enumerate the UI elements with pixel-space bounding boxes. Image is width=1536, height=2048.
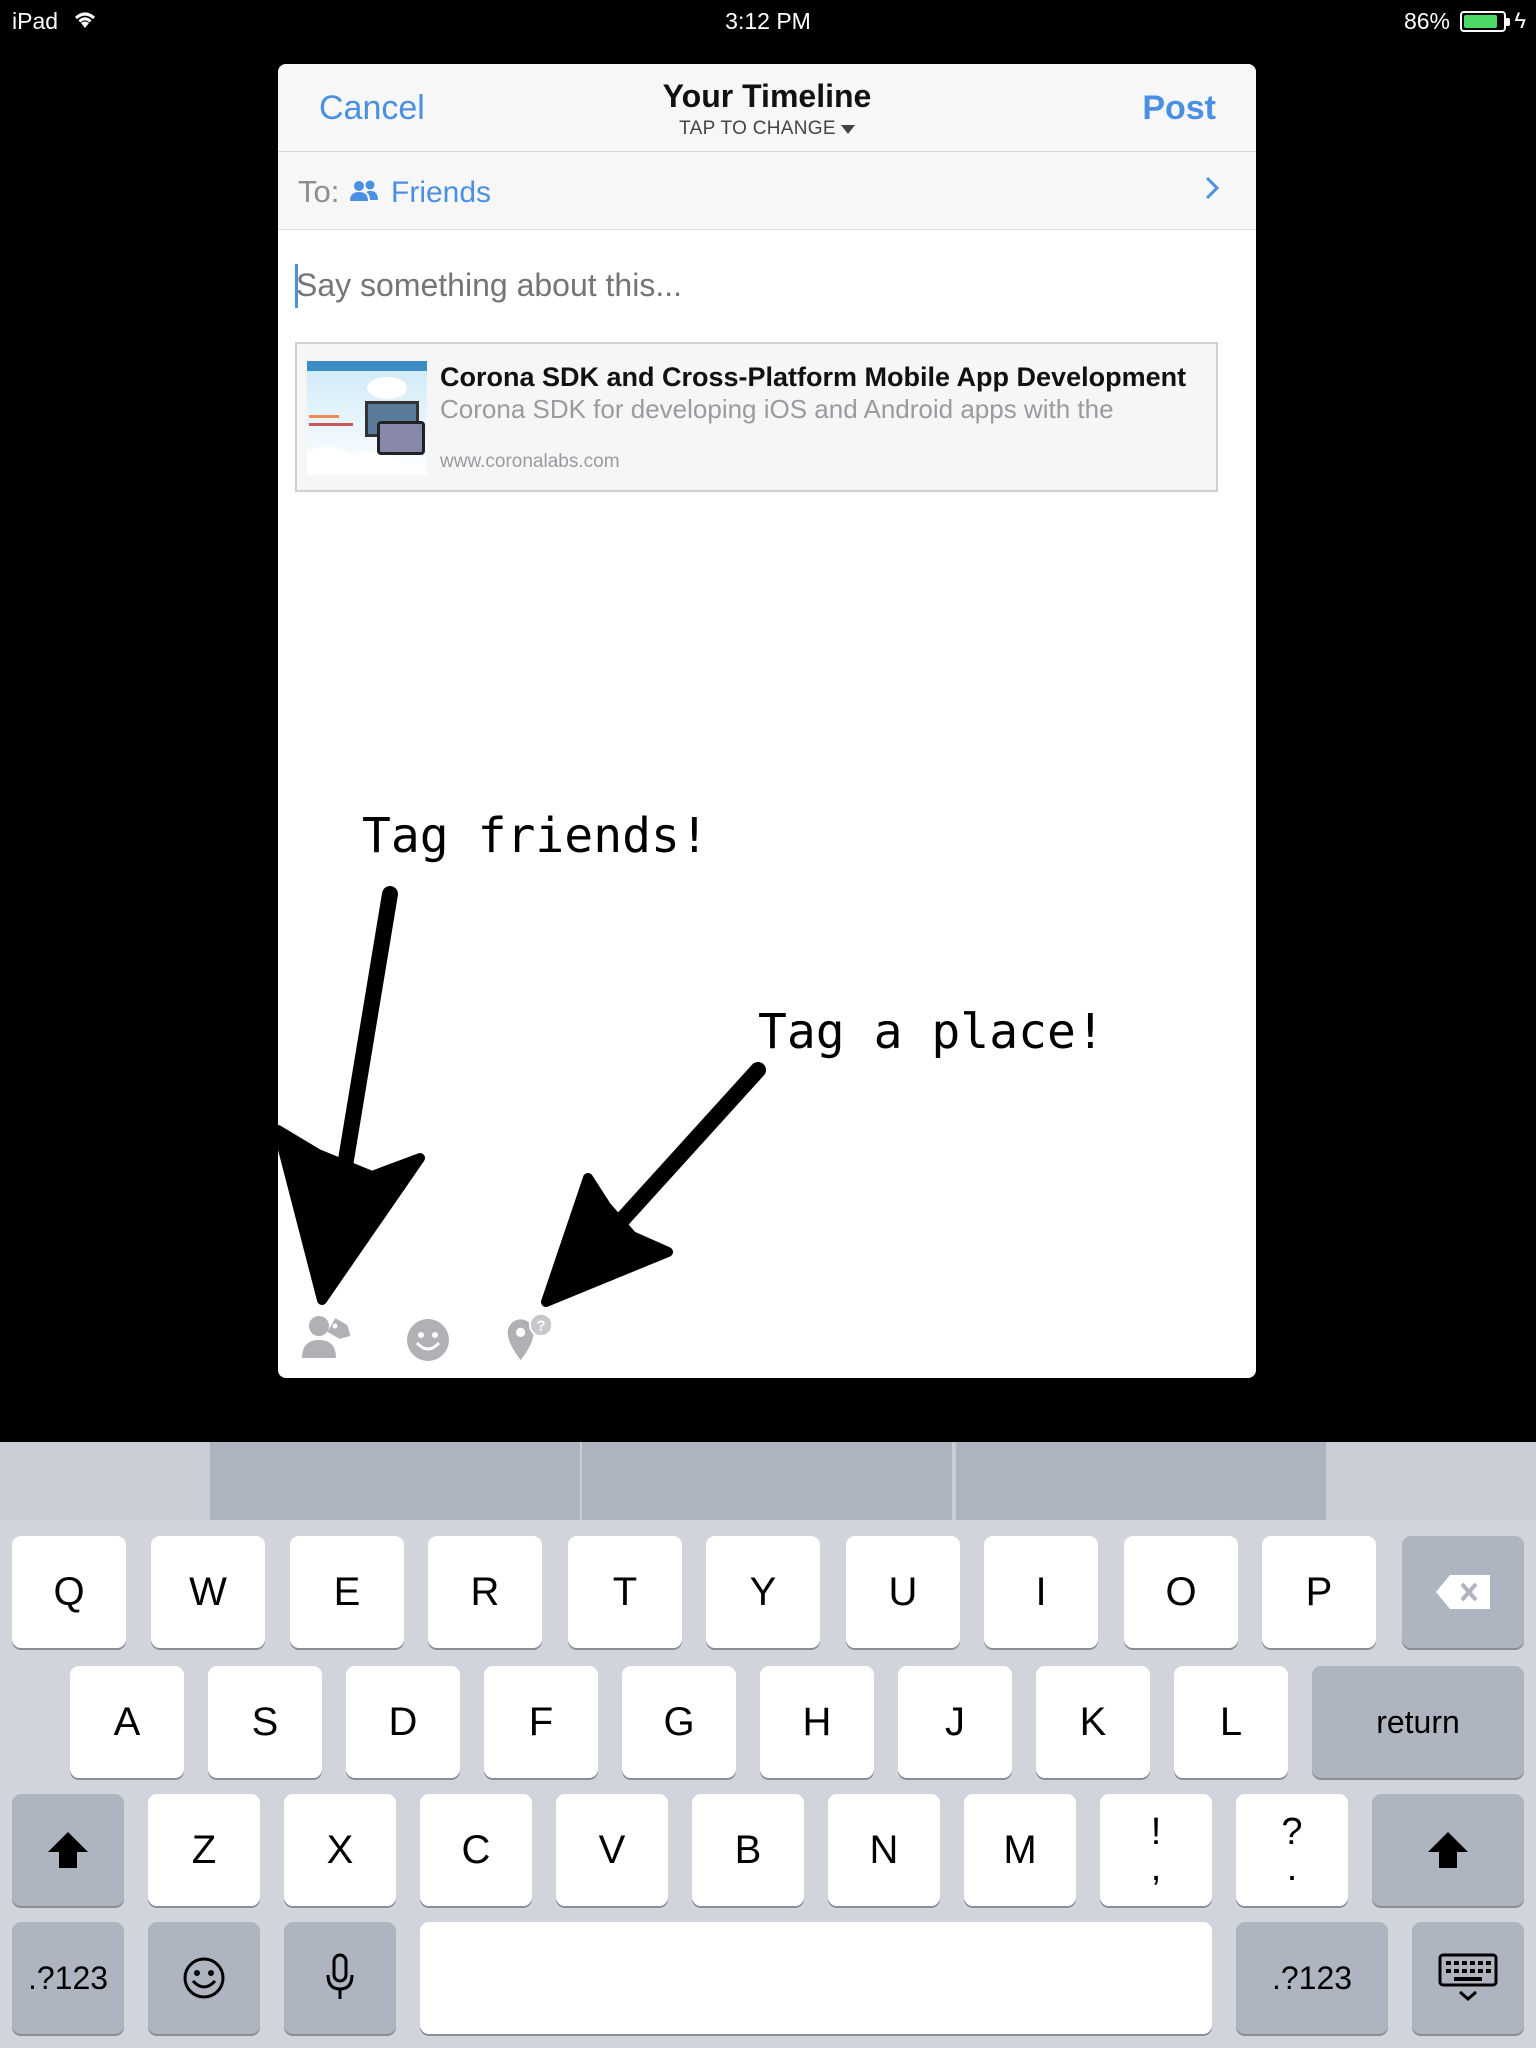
link-thumbnail: [307, 361, 427, 475]
backspace-icon: [1436, 1575, 1490, 1609]
chevron-right-icon: [1205, 176, 1220, 200]
key-p[interactable]: P: [1262, 1536, 1376, 1648]
numbers-key-right[interactable]: .?123: [1236, 1922, 1388, 2034]
key-y[interactable]: Y: [706, 1536, 820, 1648]
battery-icon: [1460, 11, 1510, 32]
tag-place-annotation: Tag a place!: [758, 1004, 1105, 1060]
key-l[interactable]: L: [1174, 1666, 1288, 1778]
key-a[interactable]: A: [70, 1666, 184, 1778]
link-description: Corona SDK for developing iOS and Androi…: [440, 394, 1114, 424]
key-s[interactable]: S: [208, 1666, 322, 1778]
prediction-slot-3[interactable]: [956, 1442, 1326, 1520]
return-key[interactable]: return: [1312, 1666, 1524, 1778]
emoji-keyboard-key[interactable]: [148, 1922, 260, 2034]
onscreen-keyboard: Q W E R T Y U I O P A S D F G H J K L re…: [0, 1442, 1536, 2048]
friends-icon: [350, 180, 378, 201]
svg-text:?: ?: [537, 1319, 546, 1335]
timeline-selector[interactable]: Your Timeline TAP TO CHANGE: [278, 78, 1256, 140]
numbers-key-left[interactable]: .?123: [12, 1922, 124, 2034]
key-o[interactable]: O: [1124, 1536, 1238, 1648]
key-v[interactable]: V: [556, 1794, 668, 1906]
place-icon[interactable]: ?: [504, 1310, 554, 1364]
tag-friends-annotation: Tag friends!: [362, 808, 709, 864]
prediction-slot-1[interactable]: [210, 1442, 580, 1520]
battery-nub: [1506, 18, 1510, 26]
link-preview-card[interactable]: Corona SDK and Cross-Platform Mobile App…: [295, 342, 1218, 492]
key-u[interactable]: U: [846, 1536, 960, 1648]
keyboard-hide-icon: [1438, 1953, 1498, 2001]
key-exclaim-label: !: [1150, 1811, 1162, 1853]
key-e[interactable]: E: [290, 1536, 404, 1648]
link-title: Corona SDK and Cross-Platform Mobile App…: [440, 362, 1187, 392]
predictive-bar: [0, 1442, 1536, 1520]
battery-fill: [1464, 15, 1497, 28]
dismiss-keyboard-key[interactable]: [1412, 1922, 1524, 2034]
backspace-key[interactable]: [1402, 1536, 1524, 1648]
key-i[interactable]: I: [984, 1536, 1098, 1648]
key-g[interactable]: G: [622, 1666, 736, 1778]
composer-subtitle: TAP TO CHANGE: [679, 118, 836, 139]
key-question-period[interactable]: ? .: [1236, 1794, 1348, 1906]
audience-selector[interactable]: To: Friends: [278, 152, 1256, 230]
to-label: To:: [298, 174, 340, 209]
microphone-icon: [326, 1953, 354, 1999]
composer-title: Your Timeline: [662, 78, 872, 114]
key-n[interactable]: N: [828, 1794, 940, 1906]
shift-key-right[interactable]: [1372, 1794, 1524, 1906]
clock: 3:12 PM: [725, 8, 811, 34]
key-comma-label: ,: [1150, 1847, 1162, 1889]
status-text-input[interactable]: [294, 260, 1234, 310]
key-q[interactable]: Q: [12, 1536, 126, 1648]
key-x[interactable]: X: [284, 1794, 396, 1906]
key-k[interactable]: K: [1036, 1666, 1150, 1778]
key-question-label: ?: [1281, 1811, 1303, 1853]
key-j[interactable]: J: [898, 1666, 1012, 1778]
key-exclaim-comma[interactable]: ! ,: [1100, 1794, 1212, 1906]
link-domain: www.coronalabs.com: [440, 451, 620, 472]
emoji-icon[interactable]: [406, 1318, 450, 1362]
key-z[interactable]: Z: [148, 1794, 260, 1906]
key-period-label: .: [1286, 1847, 1298, 1889]
status-bar: iPad 3:12 PM 86% ϟ: [0, 0, 1536, 42]
key-m[interactable]: M: [964, 1794, 1076, 1906]
key-w[interactable]: W: [151, 1536, 265, 1648]
key-r[interactable]: R: [428, 1536, 542, 1648]
key-f[interactable]: F: [484, 1666, 598, 1778]
dictation-key[interactable]: [284, 1922, 396, 2034]
key-h[interactable]: H: [760, 1666, 874, 1778]
key-d[interactable]: D: [346, 1666, 460, 1778]
shift-key-left[interactable]: [12, 1794, 124, 1906]
post-button[interactable]: Post: [1142, 89, 1216, 128]
text-cursor: [295, 264, 298, 308]
tag-friends-icon[interactable]: [302, 1314, 352, 1362]
composer-header: Cancel Your Timeline TAP TO CHANGE Post: [278, 64, 1256, 152]
shift-icon: [1428, 1832, 1468, 1868]
charging-bolt-icon: ϟ: [1514, 8, 1526, 33]
caret-down-icon: [840, 125, 855, 135]
post-composer-sheet: Cancel Your Timeline TAP TO CHANGE Post …: [278, 64, 1256, 1378]
battery-percentage: 86%: [1403, 8, 1450, 34]
shift-icon: [48, 1832, 88, 1868]
prediction-slot-2[interactable]: [582, 1442, 952, 1520]
screen: { "status_bar": { "device": "iPad", "tim…: [0, 0, 1536, 2048]
key-b[interactable]: B: [692, 1794, 804, 1906]
audience-label: Friends: [391, 176, 492, 209]
key-t[interactable]: T: [568, 1536, 682, 1648]
key-c[interactable]: C: [420, 1794, 532, 1906]
space-bar[interactable]: [420, 1922, 1212, 2034]
emoji-icon: [183, 1957, 225, 1999]
